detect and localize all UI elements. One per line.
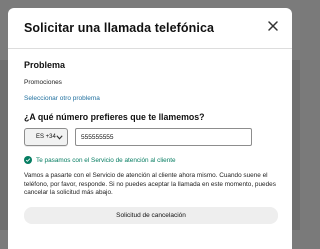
call-request-modal: Solicitar una llamada telefónica Problem…: [8, 8, 292, 249]
modal-title: Solicitar una llamada telefónica: [24, 21, 215, 35]
chevron-down-icon: [56, 134, 63, 140]
problem-value: Promociones: [24, 79, 62, 86]
modal-header: Solicitar una llamada telefónica: [8, 8, 292, 49]
status-text: Te pasamos con el Servicio de atención a…: [36, 156, 176, 164]
phone-number-input[interactable]: [75, 128, 252, 146]
modal-body: Problema Promociones Seleccionar otro pr…: [8, 60, 292, 224]
close-icon: [268, 21, 278, 31]
select-other-problem-link[interactable]: Seleccionar otro problema: [24, 95, 100, 102]
check-circle-icon: [24, 156, 32, 164]
status-message: Te pasamos con el Servicio de atención a…: [24, 156, 276, 164]
problem-heading: Problema: [24, 60, 66, 70]
close-button[interactable]: [266, 19, 280, 33]
country-code-value: ES +34: [36, 134, 56, 140]
info-text: Vamos a pasarte con el Servicio de atenc…: [24, 172, 276, 196]
background-panel-right: [292, 60, 300, 230]
phone-question: ¿A qué número prefieres que te llamemos?: [24, 112, 205, 122]
country-code-select[interactable]: ES +34: [24, 128, 68, 146]
phone-row: ES +34: [24, 128, 276, 146]
background-panel-left: [0, 60, 8, 230]
cancel-request-button[interactable]: Solicitud de cancelación: [24, 206, 278, 224]
